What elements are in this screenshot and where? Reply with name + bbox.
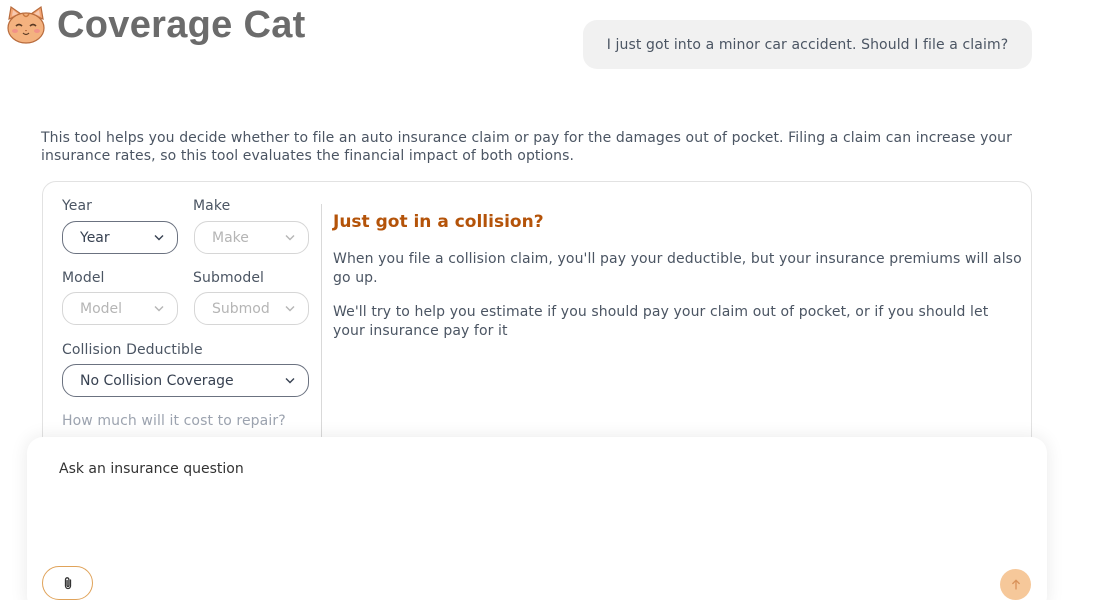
collision-deductible-label: Collision Deductible (62, 342, 203, 358)
chevron-down-icon (285, 235, 295, 241)
info-title: Just got in a collision? (333, 212, 544, 232)
year-select[interactable]: Year (62, 221, 178, 254)
submodel-select[interactable]: Submod (194, 292, 309, 325)
question-input[interactable] (59, 461, 959, 477)
logo-text: Coverage Cat (57, 4, 306, 46)
paperclip-icon (64, 577, 71, 590)
user-message-text: I just got into a minor car accident. Sh… (606, 36, 1009, 53)
chevron-down-icon (285, 306, 295, 312)
make-select-value: Make (212, 229, 249, 246)
year-select-value: Year (80, 229, 110, 246)
send-button[interactable] (1000, 569, 1031, 600)
make-label: Make (193, 198, 231, 214)
model-label: Model (62, 270, 105, 286)
column-divider (321, 204, 322, 460)
user-message-bubble: I just got into a minor car accident. Sh… (583, 20, 1032, 69)
info-paragraph-2: We'll try to help you estimate if you sh… (333, 304, 989, 339)
submodel-label: Submodel (193, 270, 265, 286)
attach-button[interactable] (42, 566, 93, 600)
claim-form: Year Year Make Make Model Model Submodel… (43, 182, 321, 460)
chevron-down-icon (285, 378, 295, 384)
claim-tool-card: Year Year Make Make Model Model Submodel… (42, 181, 1032, 461)
model-select-value: Model (80, 300, 123, 317)
repair-cost-label: How much will it cost to repair? (62, 413, 286, 429)
year-label: Year (62, 198, 93, 214)
submodel-select-value: Submod (212, 300, 270, 317)
logo[interactable]: Coverage Cat (5, 4, 306, 47)
chevron-down-icon (154, 306, 164, 312)
info-paragraph-1: When you file a collision claim, you'll … (333, 251, 1022, 286)
arrow-up-icon (1011, 579, 1020, 590)
chat-composer (27, 437, 1047, 600)
page: Coverage Cat I just got into a minor car… (0, 0, 1094, 600)
make-select[interactable]: Make (194, 221, 309, 254)
collision-info: Just got in a collision? When you file a… (333, 182, 1031, 460)
collision-deductible-value: No Collision Coverage (80, 372, 234, 389)
chevron-down-icon (154, 235, 164, 241)
tool-description: This tool helps you decide whether to fi… (41, 130, 1012, 164)
collision-deductible-select[interactable]: No Collision Coverage (62, 364, 309, 397)
model-select[interactable]: Model (62, 292, 178, 325)
cat-face-icon (7, 5, 45, 44)
